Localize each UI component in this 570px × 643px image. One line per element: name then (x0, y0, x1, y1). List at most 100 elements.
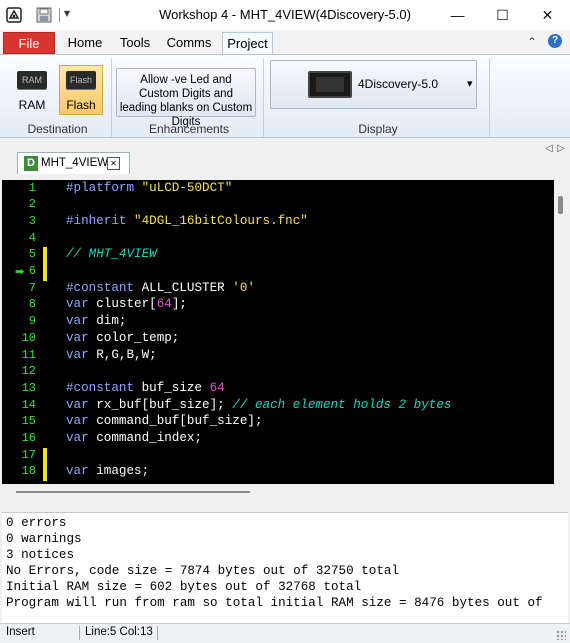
code-token: "uLCD-50DCT" (141, 180, 233, 195)
line-number: 4 (28, 230, 36, 245)
line-number: 14 (21, 397, 36, 412)
document-tab-close-icon[interactable]: ✕ (107, 157, 120, 170)
change-marker (43, 447, 47, 465)
enhancement-button[interactable]: Allow -ve Led and Custom Digits and lead… (116, 68, 256, 128)
line-number-gutter: 1 2 3 4 5 6 7 8 9 10 11 12 13 14 15 16 17 18 (2, 180, 46, 484)
line-number: 17 (21, 447, 36, 462)
status-separator (157, 626, 158, 640)
vertical-scrollbar[interactable] (554, 180, 568, 484)
code-token: cluster[ (96, 297, 157, 312)
line-number: 11 (21, 347, 36, 362)
code-token: '0' (232, 280, 255, 295)
tab-scroll-left-icon[interactable]: ◁ (545, 143, 553, 154)
display-module-icon (308, 71, 352, 98)
code-line[interactable]: var command_buf[buf_size]; (66, 414, 263, 428)
output-line: 0 warnings (6, 532, 82, 546)
output-line: Program will run from ram so total initi… (6, 596, 543, 610)
line-number: 12 (21, 364, 36, 379)
horizontal-scrollbar[interactable] (2, 484, 568, 498)
line-number: 10 (21, 330, 36, 345)
display-group-label: Display (358, 122, 398, 136)
tab-tools[interactable]: Tools (113, 32, 157, 54)
status-cursor-position: Line:5 Col:13 (85, 626, 153, 638)
code-line[interactable]: var images; (66, 464, 149, 478)
code-token: var (66, 464, 97, 479)
maximize-icon: ☐ (496, 6, 509, 23)
code-token: color_temp; (96, 330, 180, 345)
code-editor[interactable]: 1 2 3 4 5 6 7 8 9 10 11 12 13 14 15 16 17 18 ➡ #platform … (2, 180, 568, 484)
code-token: var (66, 347, 97, 362)
document-tab-mht-4view[interactable]: D MHT_4VIEW ✕ (17, 152, 130, 174)
output-line: 0 errors (6, 516, 67, 530)
code-line[interactable]: // MHT_4VIEW (66, 247, 157, 261)
flash-chip-icon: Flash (66, 71, 96, 89)
minimize-icon: — (450, 7, 465, 23)
code-line[interactable]: #constant buf_size 64 (66, 381, 225, 395)
change-marker (43, 247, 47, 264)
output-line: Initial RAM size = 602 bytes out of 3276… (6, 580, 362, 594)
ram-button[interactable]: RAM RAM (10, 65, 54, 115)
maximize-button[interactable]: ☐ (480, 0, 525, 30)
tab-file[interactable]: File (3, 32, 55, 54)
code-token: var (66, 297, 97, 312)
code-line[interactable]: #constant ALL_CLUSTER '0' (66, 281, 255, 295)
code-token: #constant (66, 380, 142, 395)
code-token: "4DGL_16bitColours.fnc" (134, 213, 308, 228)
title-bar: ▾ Workshop 4 - MHT_4VIEW(4Discovery-5.0)… (0, 0, 570, 30)
code-token: var (66, 414, 97, 429)
line-number: 7 (28, 280, 36, 295)
code-token: command_index; (96, 431, 203, 445)
close-button[interactable]: ✕ (525, 0, 570, 30)
ribbon-tab-row: File Home Tools Comms Project ⌃ ? (0, 30, 570, 55)
line-number: 15 (21, 414, 36, 429)
tab-comms[interactable]: Comms (162, 32, 216, 54)
display-dropdown-icon: ▾ (467, 78, 473, 90)
help-icon[interactable]: ? (548, 34, 562, 48)
code-line[interactable]: var R,G,B,W; (66, 348, 157, 362)
vertical-scroll-thumb[interactable] (558, 196, 563, 214)
code-line[interactable]: #platform "uLCD-50DCT" (66, 181, 232, 195)
ribbon-separator (489, 59, 490, 137)
code-token: dim; (96, 314, 127, 329)
status-bar: Insert Line:5 Col:13 (0, 623, 570, 643)
code-line[interactable]: #inherit "4DGL_16bitColours.fnc" (66, 214, 308, 228)
line-number: 16 (21, 431, 36, 445)
code-token: #platform (66, 180, 142, 195)
status-insert-mode: Insert (6, 626, 35, 638)
close-icon: ✕ (541, 6, 554, 23)
flash-button[interactable]: Flash Flash (59, 65, 103, 115)
line-number: 9 (28, 314, 36, 329)
minimize-button[interactable]: — (435, 0, 480, 30)
code-line[interactable]: var dim; (66, 314, 126, 328)
resize-grip-icon[interactable] (556, 630, 566, 640)
tab-scroll-right-icon[interactable]: ▷ (557, 143, 565, 154)
ribbon-collapse-icon[interactable]: ⌃ (527, 35, 537, 49)
code-line[interactable]: var command_index; (66, 431, 202, 445)
code-token: #inherit (66, 213, 135, 228)
line-number: 1 (28, 180, 36, 195)
enhancement-button-label: Allow -ve Led and Custom Digits and lead… (119, 74, 253, 128)
code-token: var (66, 314, 97, 329)
code-token: var (66, 397, 97, 412)
code-token: ALL_CLUSTER (141, 280, 233, 295)
code-line[interactable]: var cluster[64]; (66, 297, 187, 311)
line-number: 8 (28, 297, 36, 312)
code-token: R,G,B,W; (96, 347, 157, 362)
code-token: var (66, 431, 97, 445)
code-line[interactable]: var color_temp; (66, 331, 179, 345)
destination-group-label: Destination (27, 122, 88, 136)
line-number: 5 (28, 247, 36, 262)
ribbon-separator (111, 59, 112, 137)
horizontal-scroll-thumb[interactable] (16, 491, 250, 493)
display-selector[interactable]: 4Discovery-5.0 ▾ (270, 60, 477, 109)
output-line: 3 notices (6, 548, 75, 562)
code-line[interactable]: var rx_buf[buf_size]; // each element ho… (66, 398, 451, 412)
line-number: 18 (21, 464, 36, 479)
tab-project[interactable]: Project (222, 32, 273, 55)
tab-home[interactable]: Home (62, 32, 108, 54)
line-number: 3 (28, 213, 36, 228)
line-number: 2 (28, 197, 36, 212)
code-area[interactable]: #platform "uLCD-50DCT" #inherit "4DGL_16b… (66, 180, 554, 484)
code-token: var (66, 330, 97, 345)
ram-label: RAM (18, 98, 46, 112)
